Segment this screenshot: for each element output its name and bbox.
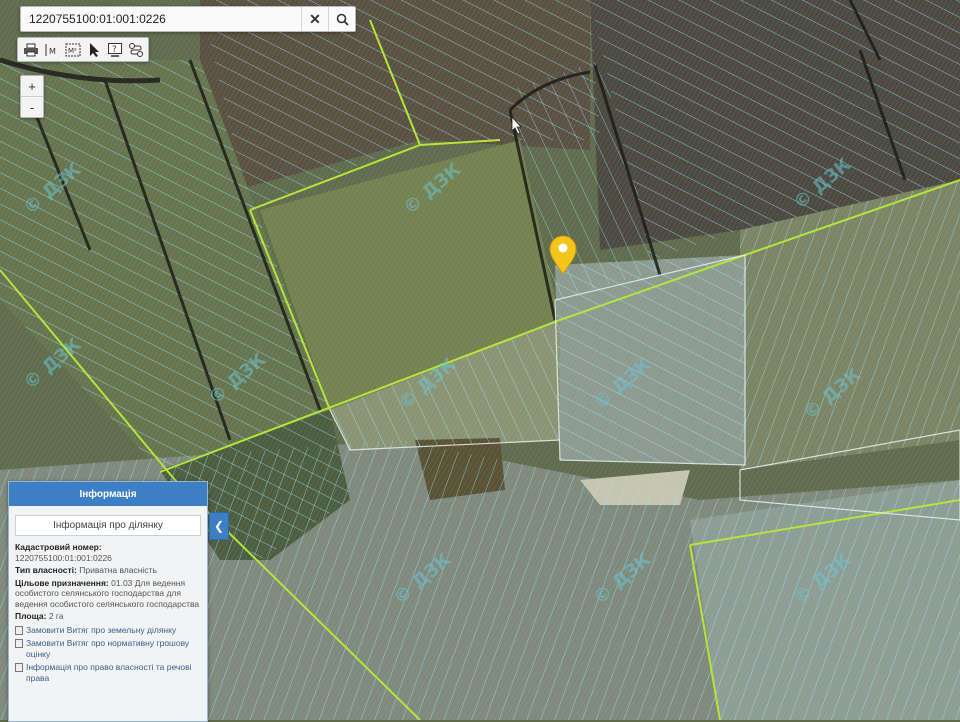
search-button[interactable]	[328, 7, 355, 31]
route-icon	[128, 42, 143, 57]
print-button[interactable]	[22, 41, 40, 59]
search-icon	[336, 13, 349, 26]
pointer-icon	[89, 42, 99, 57]
zoom-in-button[interactable]: +	[21, 76, 43, 96]
area-value: 2 га	[48, 611, 64, 621]
svg-text:M: M	[49, 47, 56, 56]
cadastral-value: 1220755100:01:001:0226	[15, 552, 112, 563]
info-icon	[15, 663, 23, 672]
measure-length-button[interactable]: M	[43, 41, 61, 59]
help-button[interactable]: ?	[106, 41, 124, 59]
cadastral-label: Кадастровий номер:	[15, 542, 102, 552]
info-panel: Інформація Інформація про ділянку Кадаст…	[8, 481, 208, 722]
cadastral-number: Кадастровий номер: 1220755100:01:001:022…	[15, 542, 201, 563]
print-icon	[23, 43, 38, 56]
svg-text:M²: M²	[68, 47, 77, 55]
panel-header: Інформація	[9, 482, 207, 506]
map-toolbar: M M² ?	[17, 37, 149, 62]
search-input[interactable]	[21, 7, 301, 31]
document-icon	[15, 625, 23, 635]
route-button[interactable]	[127, 41, 145, 59]
ownership-value: Приватна власність	[79, 565, 157, 575]
pointer-button[interactable]	[85, 41, 103, 59]
link-label: Замовити Витяг про нормативну грошову оц…	[26, 638, 190, 659]
link-label: Інформація про право власності та речові…	[26, 662, 192, 683]
ownership-type: Тип власності: Приватна власність	[15, 565, 201, 576]
purpose-label: Цільове призначення:	[15, 577, 109, 588]
ownership-label: Тип власності:	[15, 565, 77, 575]
panel-subtitle: Інформація про ділянку	[15, 515, 201, 536]
ownership-rights-link[interactable]: Інформація про право власності та речові…	[15, 662, 201, 683]
zoom-out-button[interactable]: -	[21, 96, 43, 117]
order-valuation-link[interactable]: Замовити Витяг про нормативну грошову оц…	[15, 638, 201, 659]
zoom-control: + -	[20, 75, 44, 118]
link-label: Замовити Витяг про земельну ділянку	[26, 624, 177, 635]
area-label: Площа:	[15, 611, 47, 621]
area: Площа: 2 га	[15, 611, 201, 622]
svg-text:?: ?	[112, 45, 117, 55]
close-icon: ✕	[309, 10, 321, 27]
order-extract-link[interactable]: Замовити Витяг про земельну ділянку	[15, 625, 201, 636]
collapse-panel-button[interactable]: ❮	[209, 512, 229, 540]
clear-search-button[interactable]: ✕	[301, 7, 328, 31]
measure-area-button[interactable]: M²	[64, 41, 82, 59]
document-icon	[15, 639, 23, 648]
purpose: Цільове призначення: 01.03 Для ведення о…	[15, 578, 201, 610]
search-bar: ✕	[20, 6, 356, 32]
measure-area-icon: M²	[65, 43, 80, 56]
chevron-left-icon: ❮	[213, 519, 225, 533]
measure-length-icon: M	[45, 43, 56, 56]
help-icon: ?	[107, 42, 122, 57]
